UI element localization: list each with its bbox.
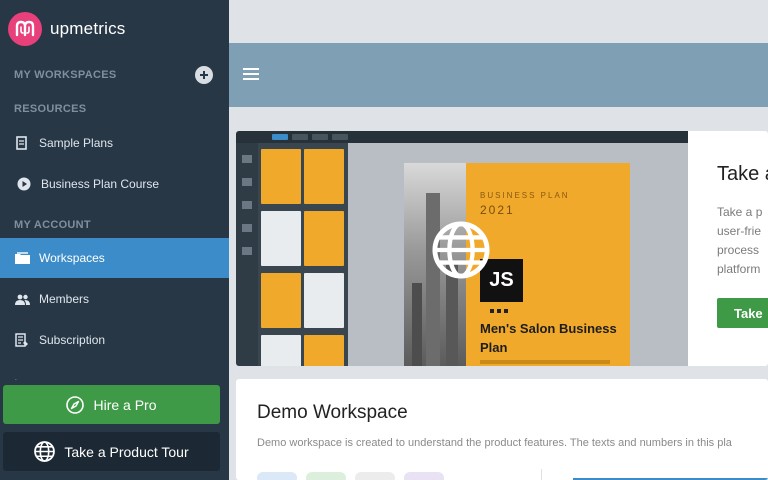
workspace-tag	[404, 472, 444, 480]
product-tour-label: Take a Product Tour	[64, 443, 189, 460]
globe-icon	[34, 441, 56, 462]
people-icon	[14, 291, 30, 307]
brand-name: upmetrics	[50, 19, 126, 38]
promo-title: Take a	[717, 163, 768, 185]
product-tour-card: BUSINESS PLAN 2021 JS Men's Salon Busine…	[236, 131, 768, 366]
sidebar-item-workspaces[interactable]: Workspaces	[0, 238, 229, 278]
promo-description: Take a p user-frie process platform	[717, 205, 763, 276]
workspace-title[interactable]: Demo Workspace	[257, 402, 408, 424]
compass-icon	[66, 395, 85, 414]
sidebar-item-sample-plans[interactable]: Sample Plans	[0, 123, 229, 163]
product-tour-button[interactable]: Take a Product Tour	[3, 432, 220, 471]
hamburger-menu-icon[interactable]	[243, 68, 259, 82]
resources-label: RESOURCES	[14, 103, 87, 115]
workspace-card: Demo Workspace Demo workspace is created…	[236, 379, 768, 480]
product-tour-video[interactable]: BUSINESS PLAN 2021 JS Men's Salon Busine…	[236, 131, 688, 366]
hire-a-pro-button[interactable]: Hire a Pro	[3, 385, 220, 424]
cover-dots	[490, 309, 511, 313]
my-account-label: MY ACCOUNT	[14, 219, 91, 231]
workspace-tag	[306, 472, 346, 480]
add-workspace-icon[interactable]	[195, 66, 213, 84]
globe-overlay-icon[interactable]	[432, 221, 490, 279]
cover-subtitle-line	[480, 360, 610, 364]
sidebar-item-label: Members	[39, 292, 90, 306]
top-bar	[229, 43, 768, 107]
sidebar-overflow-hint: ·	[14, 374, 18, 380]
play-circle-icon	[16, 176, 32, 192]
upmetrics-logo-icon	[8, 12, 42, 46]
hire-a-pro-label: Hire a Pro	[93, 396, 157, 413]
workspace-description: Demo workspace is created to understand …	[257, 437, 732, 449]
sidebar-item-business-plan-course[interactable]: Business Plan Course	[0, 164, 229, 204]
cover-title: Men's Salon Business Plan	[480, 321, 617, 355]
document-icon	[14, 135, 30, 151]
sidebar-item-members[interactable]: Members	[0, 279, 229, 319]
sidebar-item-label: Sample Plans	[39, 136, 114, 150]
workspace-tag	[355, 472, 395, 480]
receipt-icon	[14, 332, 30, 348]
video-document-canvas: BUSINESS PLAN 2021 JS Men's Salon Busine…	[348, 143, 688, 366]
video-app-rail	[236, 143, 258, 366]
sidebar-item-label: Workspaces	[39, 251, 105, 265]
cover-kicker: BUSINESS PLAN	[480, 191, 570, 200]
folder-icon	[14, 250, 30, 266]
divider	[541, 469, 542, 480]
video-app-toolbar	[236, 131, 688, 143]
workspace-tag	[257, 472, 297, 480]
sidebar-item-subscription[interactable]: Subscription	[0, 320, 229, 360]
brand[interactable]: upmetrics	[8, 12, 126, 46]
take-tour-button[interactable]: Take	[717, 298, 768, 328]
video-template-panel	[258, 143, 348, 366]
sidebar-item-label: Business Plan Course	[41, 177, 160, 191]
cover-year: 2021	[480, 203, 515, 217]
my-workspaces-label: MY WORKSPACES	[14, 69, 117, 81]
sidebar-item-label: Subscription	[39, 333, 106, 347]
sidebar: upmetrics MY WORKSPACES RESOURCES Sample…	[0, 0, 229, 480]
